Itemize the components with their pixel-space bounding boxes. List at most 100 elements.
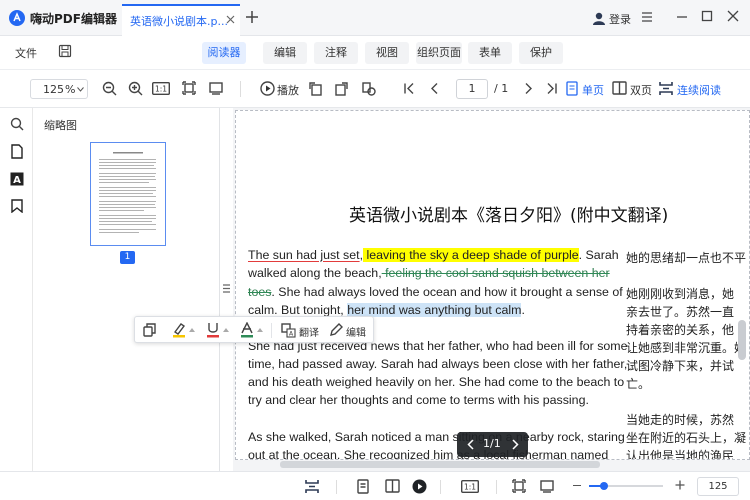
text-line: walked along the beach, feeling the cool… <box>248 266 610 280</box>
underline-icon[interactable] <box>206 322 220 338</box>
left-tool-bar: A <box>0 108 33 471</box>
badge-prev-icon[interactable] <box>467 439 474 450</box>
fit-width-icon[interactable] <box>540 479 554 493</box>
single-page-icon[interactable] <box>357 479 369 494</box>
double-page-label[interactable]: 双页 <box>630 82 652 98</box>
zoom-slider-handle[interactable] <box>600 482 608 490</box>
bookmark-icon[interactable] <box>11 199 23 213</box>
zoom-select[interactable]: 125 % <box>30 79 88 99</box>
underlined-text: The sun had just set <box>248 248 360 262</box>
tab-view[interactable]: 视图 <box>365 42 409 64</box>
actual-size-icon[interactable]: 1:1 <box>461 480 479 493</box>
continuous-read-label[interactable]: 连续阅读 <box>677 82 721 98</box>
title-bar: 嗨动PDF编辑器 英语微小说剧本.p... 登录 <box>0 0 750 36</box>
close-window-icon[interactable] <box>727 10 739 22</box>
zoom-out-button[interactable] <box>573 485 581 487</box>
tab-edit[interactable]: 编辑 <box>263 42 307 64</box>
divider <box>440 480 441 494</box>
zoom-in-icon[interactable] <box>128 81 143 96</box>
copy-icon[interactable] <box>143 323 157 337</box>
play-icon[interactable] <box>412 479 427 494</box>
double-page-icon[interactable] <box>612 81 627 95</box>
document-tab[interactable]: 英语微小说剧本.p... <box>122 4 240 36</box>
pdf-page[interactable]: 英语微小说剧本《落日夕阳》(附中文翻译) The sun had just se… <box>235 110 750 460</box>
horizontal-scrollbar[interactable] <box>280 461 600 468</box>
text-line: and his death weighed heavily on her. Sh… <box>248 375 625 389</box>
text-recognition-icon[interactable]: A <box>10 172 24 186</box>
chevron-down-icon <box>77 87 84 92</box>
fit-page-icon[interactable] <box>182 81 196 95</box>
maximize-icon[interactable] <box>701 10 713 22</box>
tab-annotate[interactable]: 注释 <box>314 42 358 64</box>
translate-icon[interactable]: A <box>281 323 296 338</box>
svg-text:1:1: 1:1 <box>155 85 167 94</box>
close-tab-icon[interactable] <box>226 15 235 24</box>
underline-options-icon[interactable] <box>223 328 229 332</box>
search-icon[interactable] <box>10 117 24 131</box>
page-nav-badge: 1/1 <box>457 432 528 457</box>
thumbnail-page-number: 1 <box>120 251 135 264</box>
next-page-icon[interactable] <box>524 83 533 94</box>
login-button[interactable]: 登录 <box>609 11 631 27</box>
chinese-text-line: 坐在附近的石头上，凝 <box>626 431 747 445</box>
highlight-icon[interactable] <box>172 322 186 338</box>
new-tab-icon[interactable] <box>245 10 259 24</box>
page-total: / 1 <box>494 82 509 95</box>
zoom-out-icon[interactable] <box>102 81 117 96</box>
vertical-scrollbar[interactable] <box>738 320 746 360</box>
tab-organize-pages[interactable]: 组织页面 <box>416 42 462 64</box>
prev-page-icon[interactable] <box>430 83 439 94</box>
chinese-text-line: 让她感到非常沉重。她 <box>626 341 747 355</box>
fit-page-icon[interactable] <box>512 479 526 493</box>
text-span: . Sarah <box>578 248 619 262</box>
page-thumbnail[interactable] <box>90 142 166 246</box>
translate-label[interactable]: 翻译 <box>299 324 319 339</box>
zoom-input[interactable]: 125 <box>697 477 739 496</box>
highlight-options-icon[interactable] <box>189 328 195 332</box>
continuous-read-icon[interactable] <box>659 81 673 96</box>
single-page-label[interactable]: 单页 <box>582 82 604 98</box>
save-icon[interactable] <box>58 44 72 58</box>
thumbnail-panel-title: 缩略图 <box>44 119 77 132</box>
fit-width-icon[interactable] <box>209 81 223 95</box>
strikethrough-icon[interactable] <box>240 322 254 338</box>
strikethrough-options-icon[interactable] <box>257 328 263 332</box>
selected-text: her mind was anything but calm <box>347 303 522 317</box>
panel-splitter-handle[interactable] <box>222 283 231 294</box>
last-page-icon[interactable] <box>546 83 557 94</box>
double-page-icon[interactable] <box>385 479 400 493</box>
menu-bar: 文件 阅读器 编辑 注释 视图 组织页面 表单 保护 <box>0 36 750 70</box>
actual-size-icon[interactable]: 1:1 <box>152 82 170 95</box>
zoom-value: 125 <box>43 83 64 96</box>
badge-next-icon[interactable] <box>512 439 519 450</box>
zoom-in-button[interactable] <box>675 480 685 490</box>
edit-icon[interactable] <box>329 323 343 337</box>
chinese-text-line: 认出他是当地的渔民 <box>626 449 735 460</box>
page-number-input[interactable]: 1 <box>456 79 488 99</box>
edit-label[interactable]: 编辑 <box>346 324 366 339</box>
thumbnail-icon[interactable] <box>11 144 23 159</box>
page-extract-icon[interactable] <box>361 81 376 96</box>
single-page-icon[interactable] <box>566 81 578 96</box>
play-icon[interactable] <box>260 81 275 96</box>
reader-toolbar: 125 % 1:1 播放 1 / 1 单页 双页 连续阅读 <box>0 70 750 108</box>
thumbnail-preview <box>99 152 156 233</box>
rotate-left-icon[interactable] <box>308 81 323 96</box>
user-avatar-icon[interactable] <box>591 10 607 26</box>
minimize-icon[interactable] <box>676 11 688 23</box>
selection-toolbar: A 翻译 编辑 <box>134 316 374 343</box>
file-menu[interactable]: 文件 <box>15 45 37 61</box>
continuous-read-icon[interactable] <box>305 479 319 494</box>
chinese-text-line: 持着亲密的关系，他 <box>626 323 735 337</box>
rotate-right-icon[interactable] <box>334 81 349 96</box>
strikethrough-text: toes <box>248 285 272 299</box>
tab-reader[interactable]: 阅读器 <box>202 42 246 64</box>
zoom-slider-track[interactable] <box>589 482 663 490</box>
menu-icon[interactable] <box>641 11 653 23</box>
play-label[interactable]: 播放 <box>277 82 299 98</box>
text-span: walked along the beach, <box>248 266 382 280</box>
text-line: time, had passed away. Sarah had always … <box>248 357 628 371</box>
tab-protect[interactable]: 保护 <box>519 42 563 64</box>
first-page-icon[interactable] <box>404 83 415 94</box>
tab-form[interactable]: 表单 <box>468 42 512 64</box>
